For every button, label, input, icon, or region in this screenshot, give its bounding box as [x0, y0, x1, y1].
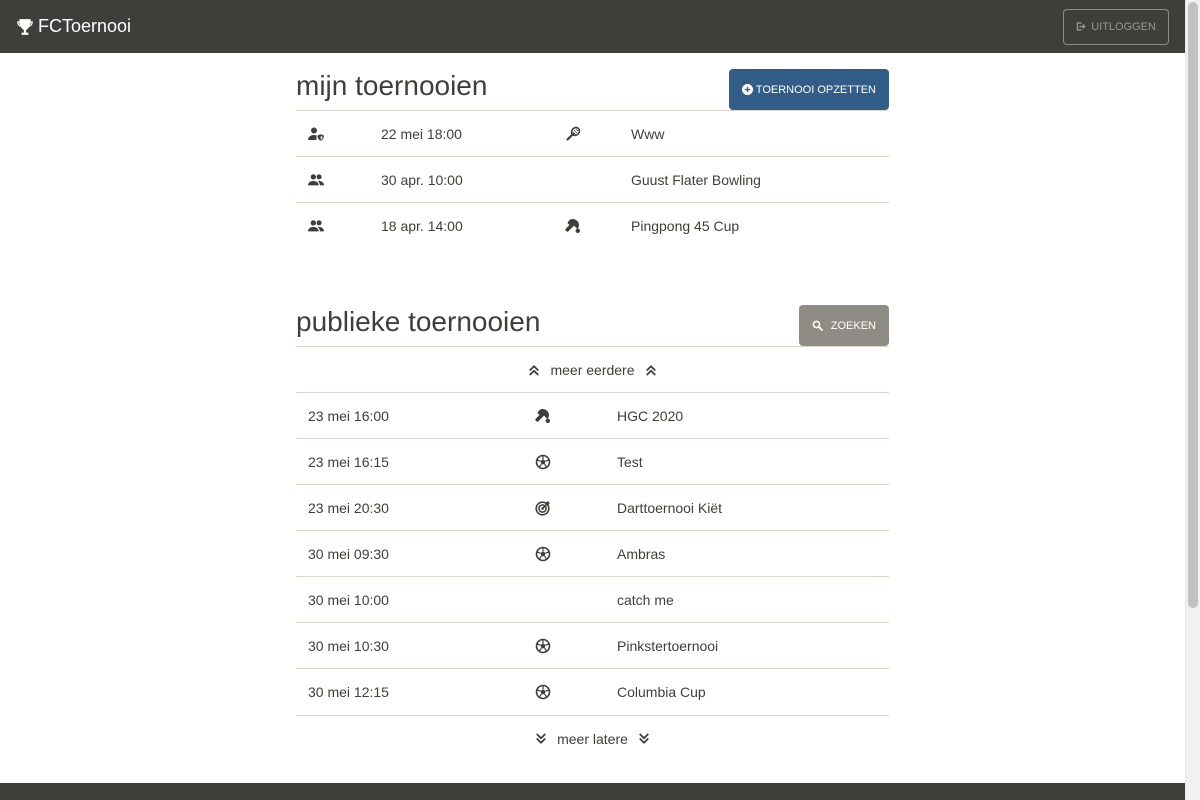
- brand[interactable]: FCToernooi: [16, 16, 131, 37]
- load-earlier-button[interactable]: meer eerdere: [296, 347, 889, 393]
- my-tournament-row[interactable]: 30 apr. 10:00 Guust Flater Bowling: [296, 157, 889, 203]
- football-icon: [535, 684, 551, 700]
- angle-double-up-icon: [528, 364, 540, 376]
- darts-icon: [535, 500, 551, 516]
- top-navbar: FCToernooi UITLOGGEN: [0, 0, 1185, 53]
- tournament-date: 30 mei 09:30: [308, 545, 389, 562]
- users-icon: [308, 172, 324, 188]
- badminton-icon: [565, 126, 581, 142]
- users-icon: [308, 218, 324, 234]
- load-later-label: meer latere: [557, 730, 628, 747]
- football-icon: [535, 546, 551, 562]
- public-tournament-row[interactable]: 30 mei 09:30 Ambras: [296, 531, 889, 577]
- tournament-name[interactable]: Guust Flater Bowling: [631, 172, 889, 188]
- tournament-name[interactable]: catch me: [617, 592, 889, 608]
- angle-double-up-icon: [645, 364, 657, 376]
- my-tournaments-list: 22 mei 18:00 Www 30 apr. 10:00 Guust Fla…: [296, 111, 889, 249]
- brand-name: FCToernooi: [38, 16, 132, 36]
- angle-double-down-icon: [638, 733, 650, 745]
- main-content: mijn toernooien TOERNOOI OPZETTEN 22 mei…: [296, 53, 889, 761]
- football-icon: [535, 638, 551, 654]
- table-tennis-icon: [565, 218, 581, 234]
- search-button[interactable]: ZOEKEN: [798, 305, 889, 346]
- plus-circle-icon: [741, 84, 753, 95]
- create-tournament-label: TOERNOOI OPZETTEN: [755, 83, 876, 96]
- tournament-date: 23 mei 20:30: [308, 499, 389, 516]
- public-tournament-row[interactable]: 30 mei 10:30 Pinkstertoernooi: [296, 623, 889, 669]
- public-tournaments-title: publieke toernooien: [296, 306, 541, 337]
- footer: [0, 783, 1185, 800]
- load-earlier-label: meer eerdere: [550, 361, 635, 378]
- public-tournament-row[interactable]: 23 mei 16:15 Test: [296, 439, 889, 485]
- tournament-name[interactable]: HGC 2020: [617, 408, 889, 424]
- trophy-icon: [16, 18, 34, 36]
- scrollbar-thumb[interactable]: [1188, 2, 1198, 608]
- football-icon: [535, 454, 551, 470]
- my-tournament-row[interactable]: 22 mei 18:00 Www: [296, 111, 889, 157]
- logout-button[interactable]: UITLOGGEN: [1063, 8, 1169, 45]
- search-icon: [812, 320, 823, 331]
- angle-double-down-icon: [535, 733, 547, 745]
- public-tournament-row[interactable]: 23 mei 16:00 HGC 2020: [296, 393, 889, 439]
- tournament-name[interactable]: Test: [617, 454, 889, 470]
- tournament-date: 30 apr. 10:00: [381, 171, 463, 188]
- create-tournament-button[interactable]: TOERNOOI OPZETTEN: [728, 69, 889, 110]
- public-tournaments-list: 23 mei 16:00 HGC 2020 23 mei 16:15 Test …: [296, 393, 889, 715]
- tournament-date: 30 mei 12:15: [308, 684, 389, 700]
- search-label: ZOEKEN: [830, 319, 876, 332]
- tournament-name[interactable]: Darttoernooi Kiët: [617, 500, 889, 516]
- tournament-date: 18 apr. 14:00: [381, 218, 463, 234]
- load-later-button[interactable]: meer latere: [296, 715, 889, 761]
- public-tournament-row[interactable]: 30 mei 12:15 Columbia Cup: [296, 669, 889, 715]
- tournament-name[interactable]: Www: [631, 126, 889, 142]
- tournament-date: 22 mei 18:00: [381, 125, 462, 142]
- tournament-date: 30 mei 10:30: [308, 637, 389, 654]
- public-tournament-row[interactable]: 23 mei 20:30 Darttoernooi Kiët: [296, 485, 889, 531]
- page-scrollbar[interactable]: [1185, 0, 1200, 800]
- user-shield-icon: [308, 126, 324, 142]
- my-tournament-row[interactable]: 18 apr. 14:00 Pingpong 45 Cup: [296, 203, 889, 249]
- my-tournaments-title: mijn toernooien: [296, 70, 488, 101]
- tournament-name[interactable]: Pingpong 45 Cup: [631, 218, 889, 234]
- tournament-date: 23 mei 16:00: [308, 407, 389, 424]
- tournament-name[interactable]: Ambras: [617, 546, 889, 562]
- tournament-name[interactable]: Columbia Cup: [617, 684, 889, 700]
- tournament-date: 30 mei 10:00: [308, 591, 389, 608]
- tournament-name[interactable]: Pinkstertoernooi: [617, 638, 889, 654]
- logout-label: UITLOGGEN: [1091, 20, 1156, 33]
- sign-out-icon: [1076, 21, 1087, 32]
- tournament-date: 23 mei 16:15: [308, 453, 389, 470]
- public-tournaments-header: publieke toernooien ZOEKEN: [296, 289, 889, 347]
- public-tournament-row[interactable]: 30 mei 10:00 catch me: [296, 577, 889, 623]
- my-tournaments-header: mijn toernooien TOERNOOI OPZETTEN: [296, 53, 889, 111]
- table-tennis-icon: [535, 408, 551, 424]
